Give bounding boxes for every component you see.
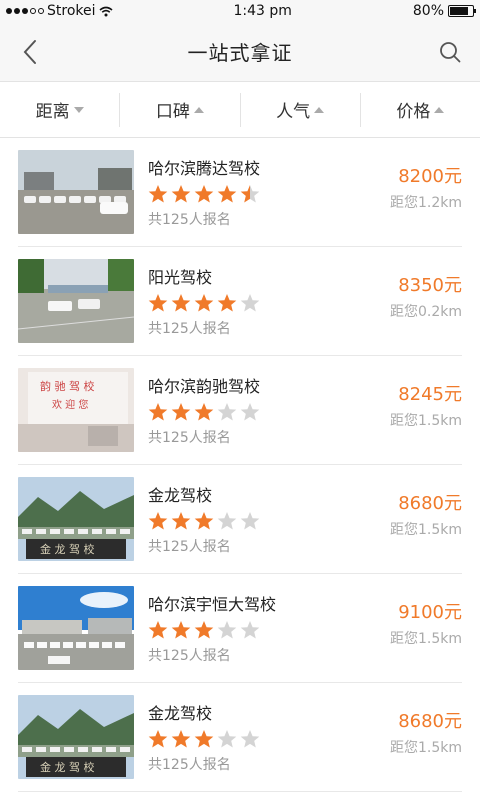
price: 8245元 [398, 384, 462, 405]
school-photo [18, 259, 134, 343]
star-icon [194, 730, 214, 748]
price-block: 8680元距您1.5km [390, 489, 462, 539]
svg-text:欢 迎 您: 欢 迎 您 [52, 398, 88, 411]
school-photo: 金 龙 驾 校 [18, 477, 134, 561]
star-icon [171, 185, 191, 203]
list-item[interactable]: 韵 驰 驾 校欢 迎 您哈尔滨韵驰驾校 共125人报名 8245元 距您1.5km [18, 356, 462, 465]
sort-bar: 距离 口碑 人气 价格 [0, 82, 480, 138]
star-icon [217, 730, 237, 748]
battery-icon [448, 5, 476, 17]
signup-count: 共125人报名 [148, 321, 231, 337]
star-icon [240, 403, 260, 421]
star-icon [148, 185, 168, 203]
signup-count: 共125人报名 [148, 539, 231, 555]
school-list: 哈尔滨腾达驾校 共125人报名 8200元 距您1.2km 阳光驾校 共125人报名 835… [0, 138, 480, 792]
star-icon [194, 403, 214, 421]
sort-up-icon [193, 106, 204, 113]
star-icon [217, 185, 237, 203]
star-icon [217, 403, 237, 421]
status-right: 80% [412, 3, 476, 19]
status-left: Strokei [6, 3, 113, 19]
sort-tab[interactable]: 人气 [241, 92, 361, 127]
distance: 距您1.5km [389, 631, 462, 647]
star-icon [240, 730, 260, 748]
star-icon [171, 512, 191, 530]
distance: 距您1.5km [389, 413, 462, 429]
price: 8350元 [398, 275, 462, 296]
star-icon [240, 185, 260, 203]
distance: 距您1.2km [389, 195, 462, 211]
distance: 距您0.2km [389, 304, 462, 320]
star-icon [217, 294, 237, 312]
star-icon [171, 403, 191, 421]
sort-tab-label: 口碑 [155, 102, 190, 122]
star-icon [240, 621, 260, 639]
school-photo [18, 150, 134, 234]
status-time: 1:43 pm [233, 3, 292, 19]
sort-up-icon [314, 106, 325, 113]
school-photo: 韵 驰 驾 校欢 迎 您 [18, 368, 134, 452]
list-item[interactable]: 金 龙 驾 校金龙驾校 共125人报名 8680元 距您1.5km [18, 465, 462, 574]
status-bar: Strokei 1:43 pm 80% [0, 0, 480, 22]
star-icon [240, 512, 260, 530]
star-icon [217, 621, 237, 639]
svg-text:韵 驰 驾 校: 韵 驰 驾 校 [40, 379, 95, 393]
search-icon [440, 41, 461, 62]
sort-up-icon [434, 106, 445, 113]
list-item[interactable]: 金 龙 驾 校金龙驾校 共125人报名 8680元 距您1.5km [18, 683, 462, 792]
nav-bar: 一站式拿证 [0, 22, 480, 82]
sort-tab[interactable]: 距离 [0, 92, 121, 127]
list-item[interactable]: 哈尔滨腾达驾校 共125人报名 8200元 距您1.2km [18, 138, 462, 247]
star-icon [148, 512, 168, 530]
star-icon [148, 730, 168, 748]
star-icon [148, 294, 168, 312]
page-title: 一站式拿证 [187, 41, 293, 65]
school-photo [18, 586, 134, 670]
svg-text:金 龙 驾 校: 金 龙 驾 校 [40, 760, 95, 774]
price: 8200元 [398, 166, 462, 187]
svg-text:金 龙 驾 校: 金 龙 驾 校 [40, 542, 95, 556]
chevron-left-icon [23, 39, 36, 64]
price-block: 8350元距您0.2km [390, 271, 462, 321]
price-block: 8245元距您1.5km [390, 380, 462, 430]
sort-down-icon [73, 106, 84, 113]
sort-tab-label: 价格 [396, 102, 431, 122]
price-block: 8680元距您1.5km [390, 707, 462, 757]
star-icon [194, 294, 214, 312]
star-icon [240, 294, 260, 312]
search-button[interactable] [434, 36, 466, 68]
star-icon [194, 512, 214, 530]
price-block: 9100元距您1.5km [390, 598, 462, 648]
star-icon [217, 512, 237, 530]
star-icon [171, 621, 191, 639]
signal-icon [6, 8, 44, 14]
signup-count: 共125人报名 [148, 757, 231, 773]
back-button[interactable] [14, 36, 46, 68]
star-icon [194, 185, 214, 203]
price: 8680元 [398, 711, 462, 732]
signup-count: 共125人报名 [148, 430, 231, 446]
price: 8680元 [398, 493, 462, 514]
price-block: 8200元距您1.2km [390, 162, 462, 212]
sort-tab[interactable]: 口碑 [120, 92, 241, 127]
star-icon [194, 621, 214, 639]
signup-count: 共125人报名 [148, 212, 231, 228]
distance: 距您1.5km [389, 740, 462, 756]
star-icon [171, 730, 191, 748]
list-item[interactable]: 阳光驾校 共125人报名 8350元 距您0.2km [18, 247, 462, 356]
sort-tab-label: 人气 [276, 102, 311, 122]
sort-tab-label: 距离 [35, 102, 70, 122]
sort-tab[interactable]: 价格 [361, 93, 480, 127]
carrier-name: Strokei [47, 3, 96, 19]
wifi-icon [99, 6, 113, 16]
star-icon [148, 403, 168, 421]
list-item[interactable]: 哈尔滨宇恒大驾校 共125人报名 9100元 距您1.5km [18, 574, 462, 683]
school-photo: 金 龙 驾 校 [18, 695, 134, 779]
signup-count: 共125人报名 [148, 648, 231, 664]
price: 9100元 [398, 602, 462, 623]
battery-percent: 80% [412, 3, 444, 19]
star-icon [148, 621, 168, 639]
distance: 距您1.5km [389, 522, 462, 538]
star-icon [171, 294, 191, 312]
